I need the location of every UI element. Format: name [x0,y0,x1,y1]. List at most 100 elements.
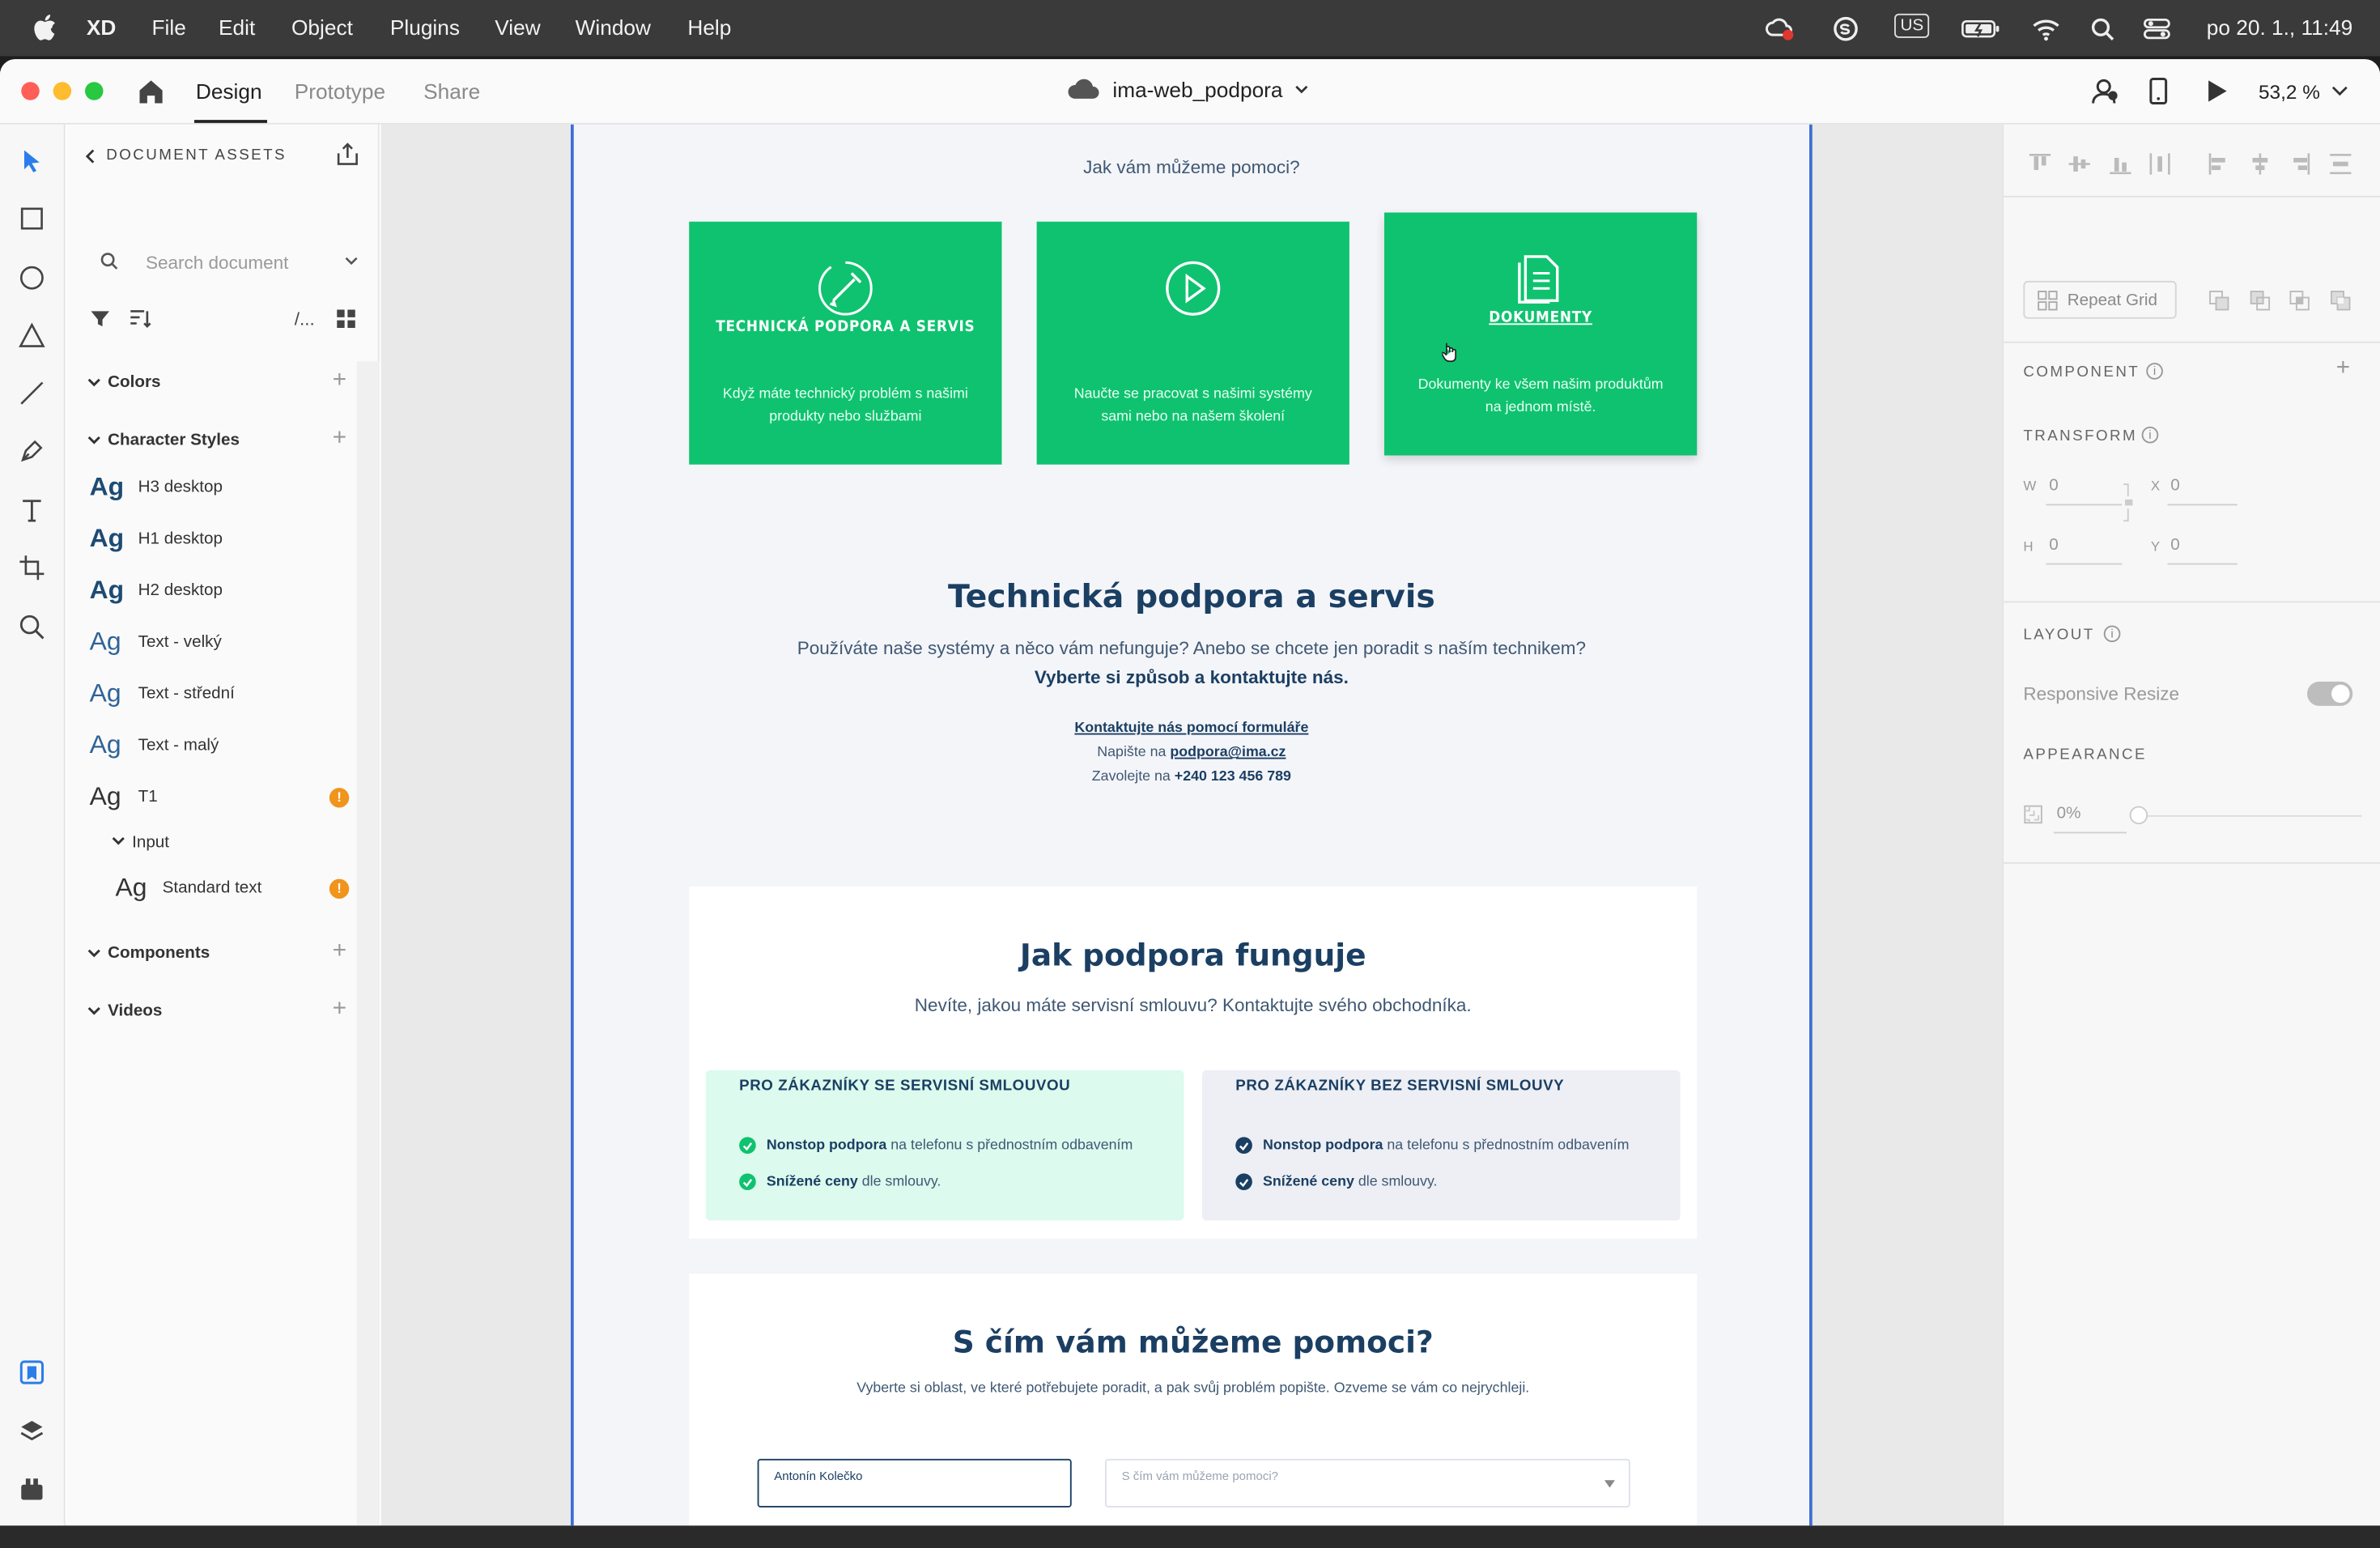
info-icon[interactable]: i [2146,363,2163,380]
zoom-level[interactable]: 53,2 % [2259,80,2320,103]
videos-section[interactable]: Videos [108,1002,162,1021]
document-assets-icon[interactable] [19,1359,46,1386]
components-chevron-icon[interactable] [87,946,102,961]
tile-training[interactable]: Naučte se pracovat s našimi systémy sami… [1036,221,1349,465]
colors-chevron-icon[interactable] [87,375,102,390]
menu-help[interactable]: Help [687,15,731,40]
boolean-intersect-icon[interactable] [2288,288,2312,313]
lock-aspect-icon[interactable] [2122,483,2134,522]
opacity-value[interactable]: 0% [2057,805,2081,823]
add-color-button[interactable]: + [333,368,347,395]
contact-form-link[interactable]: Kontaktujte nás pomocí formuláře [574,720,1809,737]
assets-scrollbar[interactable] [356,361,380,1526]
grid-view-icon[interactable] [335,308,356,330]
minimize-window-button[interactable] [53,82,72,100]
menu-plugins[interactable]: Plugins [390,15,460,40]
responsive-resize-toggle[interactable] [2307,681,2353,706]
spotlight-search-icon[interactable] [2089,15,2119,43]
pen-tool-icon[interactable] [19,437,46,465]
menu-view[interactable]: View [495,15,540,40]
input-group-chevron-icon[interactable] [111,833,126,848]
align-left-icon[interactable] [2207,152,2231,176]
zoom-chevron-icon[interactable] [2331,85,2348,97]
add-component-button[interactable]: + [333,938,347,966]
colors-section[interactable]: Colors [108,373,160,392]
align-middle-icon[interactable] [2068,152,2092,176]
tab-prototype[interactable]: Prototype [295,79,385,104]
add-character-style-button[interactable]: + [333,425,347,453]
name-input[interactable]: Antonín Kolečko [757,1458,1072,1508]
info-icon[interactable]: i [2141,426,2159,444]
tab-design[interactable]: Design [196,79,262,104]
select-tool-icon[interactable] [19,147,46,175]
back-chevron-icon[interactable] [85,149,96,164]
line-tool-icon[interactable] [19,380,46,407]
device-preview-icon[interactable] [2144,78,2172,105]
missing-font-warning-icon[interactable]: ! [329,878,350,899]
components-section[interactable]: Components [108,944,210,963]
missing-font-warning-icon[interactable]: ! [329,788,350,808]
height-value[interactable]: 0 [2049,536,2058,555]
boolean-add-icon[interactable] [2207,288,2231,313]
rectangle-tool-icon[interactable] [19,205,46,232]
keyboard-layout-badge[interactable]: US [1894,13,1930,38]
menu-file[interactable]: File [152,15,186,40]
align-top-icon[interactable] [2028,152,2052,176]
add-video-button[interactable]: + [333,996,347,1023]
boolean-subtract-icon[interactable] [2248,288,2272,313]
layers-icon[interactable] [19,1418,46,1445]
sort-icon[interactable] [128,308,152,330]
boolean-exclude-icon[interactable] [2328,288,2352,313]
tab-share[interactable]: Share [423,79,480,104]
design-canvas[interactable]: Jak vám můžeme pomoci? TECHNICKÁ PODPORA… [380,124,2003,1526]
videos-chevron-icon[interactable] [87,1003,102,1019]
play-preview-icon[interactable] [2203,78,2230,105]
user-share-icon[interactable] [2092,78,2119,105]
battery-icon[interactable] [1961,15,2001,43]
ellipse-tool-icon[interactable] [19,264,46,291]
menu-edit[interactable]: Edit [219,15,255,40]
distribute-horizontal-icon[interactable] [2148,152,2172,176]
align-center-icon[interactable] [2248,152,2272,176]
zoom-window-button[interactable] [85,82,104,100]
add-component-button[interactable]: + [2336,355,2351,383]
topic-select[interactable]: S čím vám můžeme pomoci? [1105,1458,1630,1508]
path-view-icon[interactable]: /... [295,308,315,330]
opacity-slider-thumb[interactable] [2129,806,2148,825]
zoom-tool-icon[interactable] [19,614,46,641]
width-value[interactable]: 0 [2049,477,2058,495]
align-bottom-icon[interactable] [2108,152,2132,176]
artboard[interactable]: Jak vám můžeme pomoci? TECHNICKÁ PODPORA… [571,124,1813,1526]
plugins-icon[interactable] [19,1476,46,1503]
phone-number[interactable]: +240 123 456 789 [1175,768,1291,785]
close-window-button[interactable] [21,82,40,100]
character-styles-section[interactable]: Character Styles [108,432,240,450]
opacity-slider-track[interactable] [2137,814,2362,817]
control-center-icon[interactable] [2142,15,2173,43]
distribute-vertical-icon[interactable] [2328,152,2352,176]
info-icon[interactable]: i [2103,625,2121,643]
menu-window[interactable]: Window [576,15,651,40]
polygon-tool-icon[interactable] [19,322,46,350]
wifi-icon[interactable] [2031,15,2062,43]
document-title[interactable]: ima-web_podpora [1067,78,1308,102]
skype-icon[interactable] [1830,15,1861,43]
menu-app-name[interactable]: XD [87,15,116,40]
filter-icon[interactable] [90,308,111,330]
y-value[interactable]: 0 [2170,536,2179,555]
tile-documents[interactable]: DOKUMENTY Dokumenty ke všem našim produk… [1384,212,1698,456]
repeat-grid-button[interactable]: Repeat Grid [2023,280,2177,319]
search-scope-chevron-icon[interactable] [345,257,359,266]
character-styles-chevron-icon[interactable] [87,432,102,448]
creative-cloud-icon[interactable] [1764,15,1795,43]
artboard-tool-icon[interactable] [19,554,46,581]
apple-icon[interactable] [32,14,56,41]
x-value[interactable]: 0 [2170,477,2179,495]
search-input[interactable]: Search document [146,252,288,273]
tile-technical-support[interactable]: TECHNICKÁ PODPORA A SERVIS Když máte tec… [689,221,1002,465]
email-link[interactable]: podpora@ima.cz [1170,744,1286,761]
input-group-label[interactable]: Input [132,833,169,852]
align-right-icon[interactable] [2288,152,2312,176]
menu-clock[interactable]: po 20. 1., 11:49 [2207,15,2352,40]
home-icon[interactable] [137,78,166,105]
